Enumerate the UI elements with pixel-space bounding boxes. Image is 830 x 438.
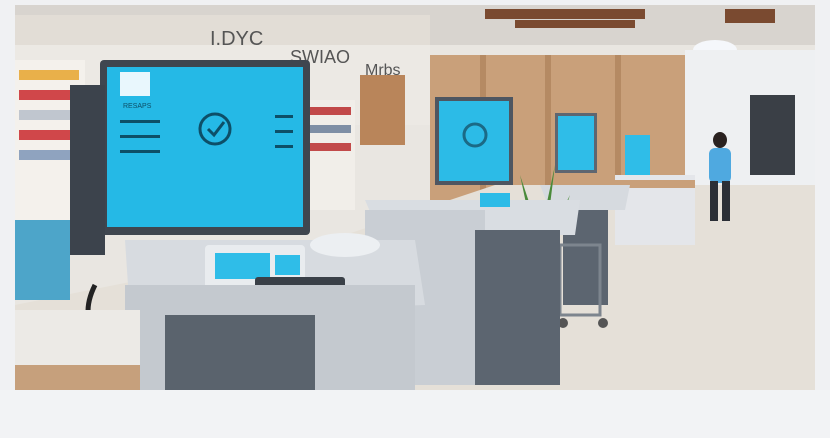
person-head: [713, 132, 727, 148]
store-scene: I.DYC SWIAO Mrbs RESAPS: [15, 5, 815, 390]
kiosk-1-side-screen: [70, 85, 105, 255]
ceiling-beam: [725, 9, 775, 23]
kiosk-2-screen: [439, 101, 509, 181]
kiosk-1-base: [165, 315, 315, 390]
kiosk-1-heading: RESAPS: [123, 103, 152, 110]
back-display: [750, 95, 795, 175]
kiosk-screen-far: [625, 135, 650, 175]
chair: [15, 220, 70, 300]
ceiling-beam: [515, 20, 635, 28]
store-sign-1: I.DYC: [210, 28, 263, 50]
kiosk-1-logo: [120, 72, 150, 96]
kiosk-1-handset: [310, 233, 380, 257]
kiosk-2-base: [475, 230, 560, 385]
store-photo: I.DYC SWIAO Mrbs RESAPS: [15, 5, 815, 390]
caption-bar: [0, 390, 830, 438]
kiosk-1-card-screen: [215, 253, 270, 279]
kiosk-3-screen: [558, 116, 594, 170]
person-shirt: [709, 148, 731, 183]
wood-cabinet: [360, 75, 405, 145]
image-frame: I.DYC SWIAO Mrbs RESAPS: [0, 0, 830, 438]
ceiling-beam: [485, 9, 645, 19]
